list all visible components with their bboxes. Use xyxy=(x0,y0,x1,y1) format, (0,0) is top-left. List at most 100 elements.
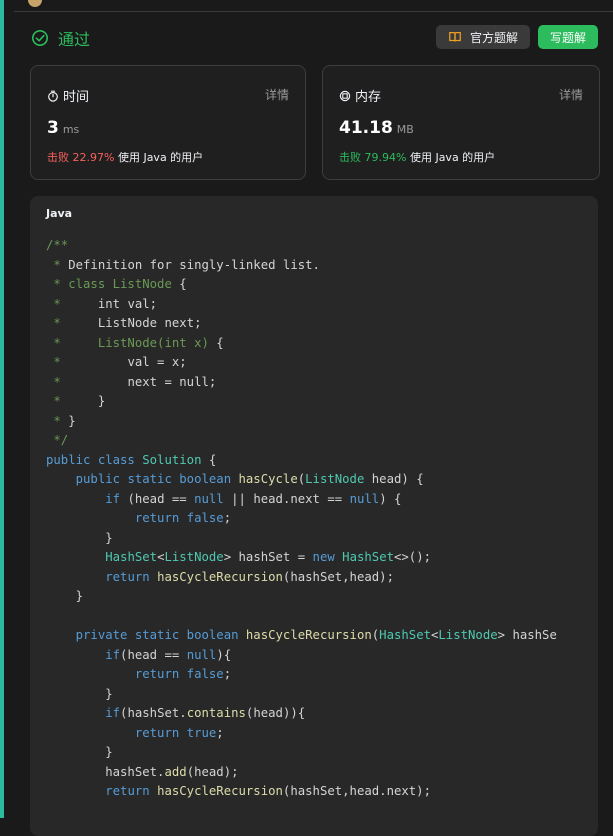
runtime-title: 时间 xyxy=(63,90,90,105)
code-token: (hashSet. xyxy=(120,706,187,720)
stopwatch-icon xyxy=(48,90,58,102)
code-token: return false xyxy=(134,667,224,681)
memory-unit: MB xyxy=(396,123,414,136)
code-line: HashSet<ListNode> hashSet = new HashSet<… xyxy=(46,548,598,568)
code-line: * next = null; xyxy=(46,373,598,393)
code-token: } xyxy=(46,530,113,545)
code-line: return hasCycleRecursion(hashSet,head.ne… xyxy=(46,782,598,802)
code-token: * xyxy=(46,316,69,330)
code-token: { xyxy=(179,277,187,291)
check-circle-icon xyxy=(31,29,49,47)
code-token: } xyxy=(97,394,106,408)
code-language: Java xyxy=(46,207,73,220)
runtime-value: 3 ms xyxy=(47,118,79,138)
code-token: (head == xyxy=(127,491,195,506)
runtime-detail-link[interactable]: 详情 xyxy=(265,86,289,103)
code-panel: Java /** * Definition for singly-linked … xyxy=(30,196,598,836)
code-token: hasCycleRecursion xyxy=(245,628,372,642)
code-token: ListNode xyxy=(164,550,224,564)
code-token: if xyxy=(105,706,121,720)
code-line: * class ListNode { xyxy=(46,275,598,295)
code-token: } xyxy=(68,413,76,428)
code-token: * xyxy=(46,413,69,428)
code-token: null xyxy=(194,491,224,506)
code-line: public class Solution { xyxy=(46,451,598,471)
runtime-header: 时间 xyxy=(47,86,89,105)
code-token: ListNode next; xyxy=(68,316,202,330)
memory-card: 内存 详情 41.18 MB 击败 79.94% 使用 Java 的用户 xyxy=(322,65,600,180)
code-token: } xyxy=(46,589,84,603)
code-line: } xyxy=(46,587,598,607)
left-accent-bar xyxy=(0,0,4,818)
code-token: private static boolean xyxy=(75,628,246,642)
code-line: /** xyxy=(46,236,598,256)
runtime-card: 时间 详情 3 ms 击败 22.97% 使用 Java 的用户 xyxy=(30,65,306,180)
code-token: * xyxy=(46,374,69,389)
code-token: /** xyxy=(46,238,69,252)
code-line: * ListNode next; xyxy=(46,314,598,334)
memory-detail-link[interactable]: 详情 xyxy=(559,86,583,103)
official-solution-button[interactable]: 官方题解 xyxy=(436,25,530,49)
code-token: contains xyxy=(186,706,246,720)
code-line: return true; xyxy=(46,724,598,744)
code-token: public static boolean xyxy=(75,472,239,486)
code-block[interactable]: /** * Definition for singly-linked list.… xyxy=(46,236,598,802)
runtime-unit: ms xyxy=(62,123,80,136)
code-line: * } xyxy=(46,412,598,432)
code-token: hasCycleRecursion xyxy=(157,569,283,584)
code-line: * } xyxy=(46,392,598,412)
code-token: { xyxy=(216,335,224,350)
code-line: if (head == null || head.next == null) { xyxy=(46,490,598,510)
code-token: * xyxy=(46,257,69,272)
code-token: * xyxy=(46,355,69,369)
code-token: Definition for singly-linked list. xyxy=(68,257,320,272)
code-token: ListNode xyxy=(438,628,498,642)
runtime-beat-percent: 22.97% xyxy=(72,151,115,164)
code-token: new xyxy=(312,550,343,564)
code-line: if(head == null){ xyxy=(46,646,598,666)
runtime-beat-prefix: 击败 xyxy=(47,151,69,164)
code-token: (hashSet,head); xyxy=(282,569,394,584)
code-line: } xyxy=(46,529,598,549)
code-token: return xyxy=(105,569,158,584)
write-solution-button[interactable]: 写题解 xyxy=(538,25,598,49)
runtime-number: 3 xyxy=(47,118,59,138)
code-token: if xyxy=(105,647,121,662)
memory-beat-prefix: 击败 xyxy=(339,151,361,164)
code-token: { xyxy=(208,452,217,467)
memory-title: 内存 xyxy=(355,90,382,105)
result-status: 通过 xyxy=(31,26,90,50)
code-token: ){ xyxy=(216,647,232,662)
code-token: (head)){ xyxy=(245,706,306,720)
code-token: return false xyxy=(134,511,224,525)
code-line: return hasCycleRecursion(hashSet,head); xyxy=(46,568,598,588)
book-icon xyxy=(449,32,461,42)
memory-chip-icon xyxy=(339,90,351,101)
code-token: val = x; xyxy=(68,355,187,369)
top-cropped-strip xyxy=(14,0,613,12)
code-line: * ListNode(int x) { xyxy=(46,334,598,354)
write-solution-label: 写题解 xyxy=(549,30,586,45)
code-token: * xyxy=(46,394,98,408)
runtime-beat-suffix: 使用 Java 的用户 xyxy=(117,151,204,164)
code-token: ; xyxy=(223,511,232,525)
code-token: return true xyxy=(134,725,217,740)
code-line: return false; xyxy=(46,509,598,529)
code-line: if(hashSet.contains(head)){ xyxy=(46,704,598,724)
code-line: private static boolean hasCycleRecursion… xyxy=(46,626,598,646)
status-label: 通过 xyxy=(58,30,91,49)
code-token: add xyxy=(164,764,187,779)
code-token: (head == xyxy=(120,647,187,662)
code-token: public class xyxy=(46,452,143,467)
code-line: */ xyxy=(46,431,598,451)
runtime-beat: 击败 22.97% 使用 Java 的用户 xyxy=(47,149,203,165)
memory-header: 内存 xyxy=(339,86,381,105)
